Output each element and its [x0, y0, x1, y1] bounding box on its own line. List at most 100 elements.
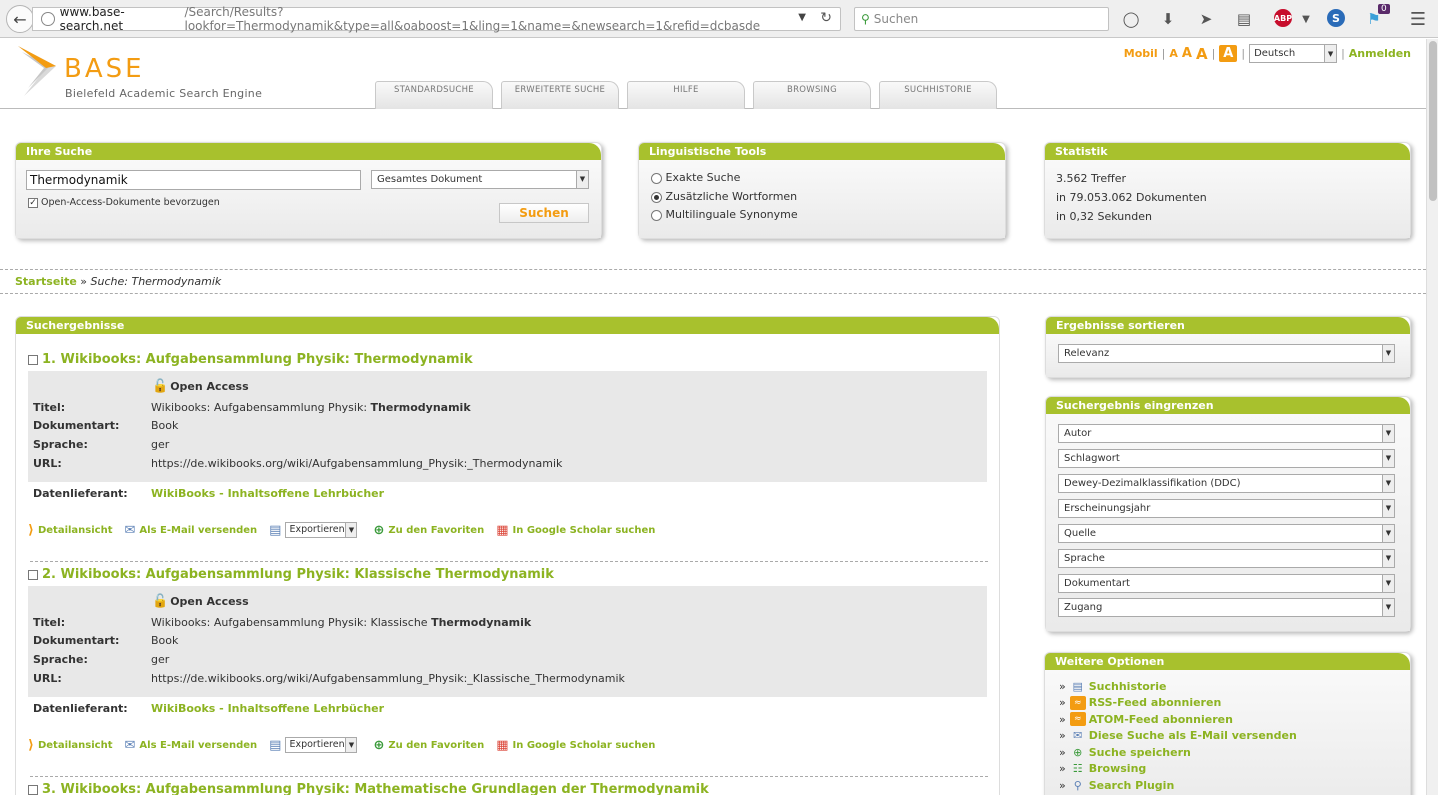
browser-search-input[interactable]: ⚲ Suchen: [854, 7, 1109, 31]
reload-icon[interactable]: ↻: [820, 10, 832, 26]
result-title[interactable]: 2. Wikibooks: Aufgabensammlung Physik: K…: [28, 567, 554, 582]
reader-icon[interactable]: ▤: [1234, 9, 1254, 29]
option-atom[interactable]: » ≈ ATOM-Feed abonnieren: [1059, 711, 1297, 728]
filter-language[interactable]: Sprache ▼: [1058, 549, 1395, 568]
result-checkbox[interactable]: [28, 354, 38, 365]
bullet: »: [1059, 778, 1066, 792]
ling-option-synonyms[interactable]: Multilinguale Synonyme: [651, 208, 798, 221]
meta-url-value[interactable]: https://de.wikibooks.org/wiki/Aufgabensa…: [151, 672, 625, 685]
font-size-medium[interactable]: A: [1182, 46, 1192, 61]
filter-doctype[interactable]: Dokumentart ▼: [1058, 574, 1395, 593]
filter-value: Dewey-Dezimalklassifikation (DDC): [1064, 478, 1241, 489]
menu-icon[interactable]: ☰: [1408, 9, 1428, 30]
meta-provider-link[interactable]: WikiBooks - Inhaltsoffene Lehrbücher: [151, 702, 384, 715]
chevron-down-icon: ▼: [1382, 450, 1394, 467]
search-input[interactable]: Thermodynamik: [26, 170, 361, 190]
result-heading[interactable]: 3. Wikibooks: Aufgabensammlung Physik: M…: [42, 782, 709, 795]
logo-text[interactable]: BASE: [64, 54, 145, 84]
send-icon[interactable]: ➤: [1196, 9, 1216, 29]
browser-search-placeholder: Suchen: [873, 12, 919, 26]
detail-view-link[interactable]: ⟩ Detailansicht: [28, 523, 113, 538]
result-heading[interactable]: 1. Wikibooks: Aufgabensammlung Physik: T…: [42, 352, 473, 367]
email-link[interactable]: ✉ Als E-Mail versenden: [125, 523, 258, 538]
export-select[interactable]: Exportieren ▼: [285, 737, 358, 753]
scrollbar-thumb[interactable]: [1429, 41, 1437, 201]
tab-hilfe[interactable]: HILFE: [627, 81, 745, 109]
back-arrow-icon[interactable]: ←: [6, 5, 34, 33]
font-size-small[interactable]: A: [1169, 47, 1178, 60]
option-browsing[interactable]: » ☷ Browsing: [1059, 761, 1297, 778]
font-size-active[interactable]: A: [1219, 45, 1238, 62]
tab-erweiterte-suche[interactable]: ERWEITERTE SUCHE: [501, 81, 619, 109]
page-scrollbar[interactable]: [1426, 39, 1438, 795]
breadcrumb-home[interactable]: Startseite: [15, 275, 77, 288]
base-logo-icon[interactable]: [16, 44, 66, 99]
tab-standardsuche[interactable]: STANDARDSUCHE: [375, 81, 493, 109]
pocket-icon[interactable]: ◯: [1121, 9, 1141, 29]
url-bar[interactable]: www.base-search.net/Search/Results?lookf…: [32, 5, 841, 33]
filter-subject[interactable]: Schlagwort ▼: [1058, 449, 1395, 468]
language-select[interactable]: Deutsch ▼: [1249, 44, 1338, 63]
meta-title-highlight: Thermodynamik: [370, 401, 471, 414]
result-checkbox[interactable]: [28, 569, 38, 580]
search-scope-select[interactable]: Gesamtes Dokument ▼: [371, 170, 589, 189]
chevron-down-icon: ▼: [1382, 525, 1394, 542]
meta-label: Datenlieferant:: [33, 487, 128, 500]
result-title[interactable]: 1. Wikibooks: Aufgabensammlung Physik: T…: [28, 352, 473, 367]
bullet: »: [1059, 696, 1066, 710]
mail-icon: ✉: [1073, 729, 1083, 743]
mobile-link[interactable]: Mobil: [1124, 47, 1158, 60]
ling-option-exact[interactable]: Exakte Suche: [651, 171, 740, 184]
sort-select[interactable]: Relevanz ▼: [1058, 344, 1395, 363]
tab-suchhistorie[interactable]: SUCHHISTORIE: [879, 81, 997, 109]
result-meta: 🔓 Open Access Titel: Wikibooks: Aufgabensa…: [28, 586, 987, 697]
meta-provider-link[interactable]: WikiBooks - Inhaltsoffene Lehrbücher: [151, 487, 384, 500]
meta-label: Dokumentart:: [33, 419, 120, 432]
filter-author[interactable]: Autor ▼: [1058, 424, 1395, 443]
meta-title-row: Titel: Wikibooks: Aufgabensammlung Physik…: [33, 401, 471, 414]
option-email[interactable]: » ✉ Diese Suche als E-Mail versenden: [1059, 728, 1297, 745]
result-title[interactable]: 3. Wikibooks: Aufgabensammlung Physik: M…: [28, 782, 709, 795]
detail-view-link[interactable]: ⟩ Detailansicht: [28, 738, 113, 753]
filter-year[interactable]: Erscheinungsjahr ▼: [1058, 499, 1395, 518]
extension-s-icon[interactable]: S: [1327, 9, 1345, 27]
options-title: Weitere Optionen: [1045, 653, 1410, 670]
option-history[interactable]: » ▤ Suchhistorie: [1059, 678, 1297, 695]
url-dropdown-icon[interactable]: ▼: [798, 12, 806, 23]
tab-browsing[interactable]: BROWSING: [753, 81, 871, 109]
scholar-link[interactable]: ▦ In Google Scholar suchen: [496, 738, 655, 753]
rss-icon: ≈: [1069, 695, 1086, 710]
meta-title-value: Wikibooks: Aufgabensammlung Physik: Klas…: [151, 616, 432, 629]
favorites-link[interactable]: ⊕ Zu den Favoriten: [373, 738, 484, 753]
option-save[interactable]: » ⊕ Suche speichern: [1059, 744, 1297, 761]
oa-checkbox[interactable]: ✓: [28, 197, 38, 208]
ling-option-wordforms[interactable]: Zusätzliche Wortformen: [651, 190, 797, 203]
filter-access[interactable]: Zugang ▼: [1058, 598, 1395, 617]
search-submit-button[interactable]: Suchen: [499, 203, 589, 223]
adblock-icon[interactable]: ABP: [1274, 9, 1292, 27]
option-rss[interactable]: » ≈ RSS-Feed abonnieren: [1059, 695, 1297, 712]
url-path: /Search/Results?lookfor=Thermodynamik&ty…: [184, 5, 761, 33]
font-size-large[interactable]: A: [1196, 45, 1208, 63]
radio-wordforms[interactable]: [651, 191, 662, 203]
adblock-dropdown-icon[interactable]: ▼: [1296, 9, 1316, 29]
scholar-link[interactable]: ▦ In Google Scholar suchen: [496, 523, 655, 538]
result-checkbox[interactable]: [28, 784, 38, 795]
filter-source[interactable]: Quelle ▼: [1058, 524, 1395, 543]
radio-synonyms[interactable]: [651, 209, 662, 221]
ling-option-label: Exakte Suche: [665, 171, 741, 184]
result-heading[interactable]: 2. Wikibooks: Aufgabensammlung Physik: K…: [42, 567, 554, 582]
action-label: Detailansicht: [37, 739, 113, 751]
login-link[interactable]: Anmelden: [1349, 47, 1411, 60]
export-select[interactable]: Exportieren ▼: [285, 522, 358, 538]
download-icon[interactable]: ⬇: [1158, 9, 1178, 29]
option-plugin[interactable]: » ⚲ Search Plugin: [1059, 777, 1297, 794]
plus-circle-icon: ⊕: [373, 522, 385, 538]
meta-url-value[interactable]: https://de.wikibooks.org/wiki/Aufgabensa…: [151, 457, 562, 470]
search-scope-value: Gesamtes Dokument: [377, 174, 483, 185]
favorites-link[interactable]: ⊕ Zu den Favoriten: [373, 523, 484, 538]
radio-exact[interactable]: [651, 172, 662, 184]
email-link[interactable]: ✉ Als E-Mail versenden: [125, 738, 258, 753]
result-divider: [30, 776, 988, 777]
filter-ddc[interactable]: Dewey-Dezimalklassifikation (DDC) ▼: [1058, 474, 1395, 493]
